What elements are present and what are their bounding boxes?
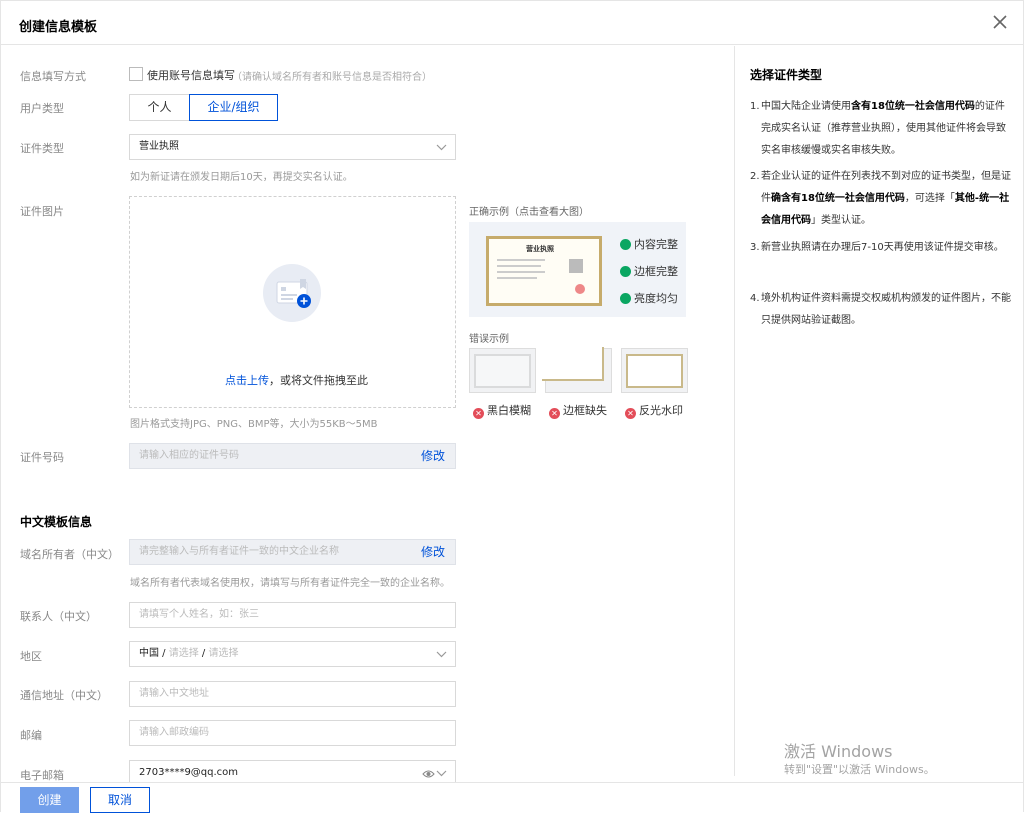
sidebar-item-3: 3. 新营业执照请在办理后7-10天再使用该证件提交审核。 <box>750 237 1012 259</box>
region-label: 地区 <box>20 650 42 663</box>
close-icon[interactable] <box>991 13 1009 31</box>
owner-hint: 域名所有者代表域名使用权，请填写与所有者证件完全一致的企业名称。 <box>130 578 450 589</box>
email-value: 2703****9@qq.com <box>139 767 239 778</box>
email-select[interactable]: 2703****9@qq.com <box>129 760 456 782</box>
check-border-complete: 边框完整 <box>620 263 678 279</box>
cert-upload-area[interactable]: 点击上传，或将文件拖拽至此 <box>129 196 456 408</box>
wrong-example-blurry[interactable] <box>469 348 536 393</box>
contact-input[interactable]: 请填写个人姓名，如：张三 <box>129 602 456 628</box>
user-type-enterprise[interactable]: 企业/组织 <box>189 94 278 121</box>
sidebar-item-number: 1. <box>750 101 760 112</box>
sample-license-image: 营业执照 <box>486 236 602 306</box>
windows-activation-watermark-text: 转到"设置"以激活 Windows。 <box>784 763 935 776</box>
user-type-label: 用户类型 <box>20 102 64 115</box>
wrong-example-border-missing[interactable] <box>542 347 612 393</box>
sidebar-item-text: 若企业认证的证件在列表找不到对应的证书类型，但是证件确含有18位统一社会信用代码… <box>761 171 1011 226</box>
correct-example-title: 正确示例（点击查看大图） <box>469 207 589 218</box>
cert-number-input[interactable]: 请输入相应的证件号码 修改 <box>129 443 456 469</box>
sidebar-item-text: 中国大陆企业请使用含有18位统一社会信用代码的证件完成实名认证（推荐营业执照），… <box>761 101 1006 156</box>
upload-link[interactable]: 点击上传 <box>225 374 269 387</box>
wrong-label-border: ✕ 边框缺失 <box>549 402 607 419</box>
use-account-info-checkbox[interactable] <box>129 67 143 81</box>
wrong-example-glare[interactable] <box>621 348 688 393</box>
cert-number-edit-link[interactable]: 修改 <box>421 444 445 468</box>
chevron-down-icon <box>436 651 447 658</box>
cancel-button[interactable]: 取消 <box>90 787 150 813</box>
contact-placeholder: 请填写个人姓名，如：张三 <box>139 609 259 620</box>
dialog-body: 信息填写方式 使用账号信息填写 （请确认域名所有者和账号信息是否相符合） 用户类… <box>1 46 1023 782</box>
check-circle-icon <box>620 293 631 304</box>
region-select[interactable]: 中国 / 请选择 / 请选择 <box>129 641 456 667</box>
region-country: 中国 <box>139 648 159 659</box>
email-label: 电子邮箱 <box>20 769 64 782</box>
region-city: 请选择 <box>208 648 239 659</box>
postcode-placeholder: 请输入邮政编码 <box>139 727 209 738</box>
cert-type-value: 营业执照 <box>139 141 179 152</box>
sidebar-item-1: 1. 中国大陆企业请使用含有18位统一社会信用代码的证件完成实名认证（推荐营业执照… <box>750 96 1012 162</box>
sidebar-item-2: 2. 若企业认证的证件在列表找不到对应的证书类型，但是证件确含有18位统一社会信用… <box>750 166 1012 232</box>
owner-label: 域名所有者（中文） <box>20 548 119 561</box>
upload-drag-text: ，或将文件拖拽至此 <box>269 374 368 387</box>
cert-image-label: 证件图片 <box>20 205 64 218</box>
error-circle-icon: ✕ <box>549 408 560 419</box>
sidebar-item-number: 3. <box>750 242 760 253</box>
sidebar-title: 选择证件类型 <box>750 68 823 82</box>
create-template-dialog: 创建信息模板 信息填写方式 使用账号信息填写 （请确认域名所有者和账号信息是否相… <box>0 0 1024 813</box>
cert-image-hint: 图片格式支持JPG、PNG、BMP等，大小为55KB～5MB <box>130 419 378 430</box>
sidebar-item-number: 2. <box>750 171 760 182</box>
cert-number-placeholder: 请输入相应的证件号码 <box>139 450 239 461</box>
fill-method-label: 信息填写方式 <box>20 70 86 83</box>
dialog-header: 创建信息模板 <box>1 1 1023 45</box>
upload-certificate-icon <box>263 264 321 322</box>
address-input[interactable]: 请输入中文地址 <box>129 681 456 707</box>
chevron-down-icon <box>436 144 447 151</box>
sidebar-item-text: 新营业执照请在办理后7-10天再使用该证件提交审核。 <box>761 242 1004 253</box>
owner-input[interactable]: 请完整输入与所有者证件一致的中文企业名称 修改 <box>129 539 456 565</box>
correct-example-box[interactable]: 营业执照 内容完整 边框完整 亮度均匀 <box>469 222 686 317</box>
wrong-label-blurry: ✕ 黑白模糊 <box>473 402 531 419</box>
user-type-personal[interactable]: 个人 <box>129 94 190 121</box>
check-circle-icon <box>620 266 631 277</box>
wrong-label-glare: ✕ 反光水印 <box>625 402 683 419</box>
sidebar-item-number: 4. <box>750 293 760 304</box>
address-placeholder: 请输入中文地址 <box>139 688 209 699</box>
sidebar-divider <box>734 46 735 776</box>
postcode-input[interactable]: 请输入邮政编码 <box>129 720 456 746</box>
owner-edit-link[interactable]: 修改 <box>421 540 445 564</box>
create-button[interactable]: 创建 <box>20 787 79 813</box>
cert-type-select[interactable]: 营业执照 <box>129 134 456 160</box>
error-circle-icon: ✕ <box>625 408 636 419</box>
eye-icon[interactable] <box>422 769 435 779</box>
windows-activation-watermark-title: 激活 Windows <box>784 742 893 761</box>
cn-section-title: 中文模板信息 <box>20 515 93 529</box>
sidebar-item-text: 境外机构证件资料需提交权威机构颁发的证件图片，不能只提供网站验证截图。 <box>761 293 1011 326</box>
use-account-info-hint: （请确认域名所有者和账号信息是否相符合） <box>232 72 432 83</box>
wrong-example-title: 错误示例 <box>469 334 509 345</box>
upload-instruction: 点击上传，或将文件拖拽至此 <box>225 372 368 388</box>
check-content-complete: 内容完整 <box>620 236 678 252</box>
cert-type-label: 证件类型 <box>20 142 64 155</box>
chevron-down-icon <box>436 770 447 777</box>
sidebar-item-4: 4. 境外机构证件资料需提交权威机构颁发的证件图片，不能只提供网站验证截图。 <box>750 288 1012 332</box>
check-brightness-even: 亮度均匀 <box>620 290 678 306</box>
region-province: 请选择 <box>168 648 199 659</box>
owner-placeholder: 请完整输入与所有者证件一致的中文企业名称 <box>139 546 339 557</box>
contact-label: 联系人（中文） <box>20 610 97 623</box>
dialog-footer: 创建 取消 <box>1 782 1023 813</box>
cert-number-label: 证件号码 <box>20 451 64 464</box>
address-label: 通信地址（中文） <box>20 689 108 702</box>
sample-license-title: 营业执照 <box>526 245 554 253</box>
dialog-title: 创建信息模板 <box>19 20 98 35</box>
cert-type-hint: 如为新证请在颁发日期后10天，再提交实名认证。 <box>130 172 353 183</box>
error-circle-icon: ✕ <box>473 408 484 419</box>
check-circle-icon <box>620 239 631 250</box>
use-account-info-label: 使用账号信息填写 <box>147 69 235 82</box>
postcode-label: 邮编 <box>20 729 42 742</box>
